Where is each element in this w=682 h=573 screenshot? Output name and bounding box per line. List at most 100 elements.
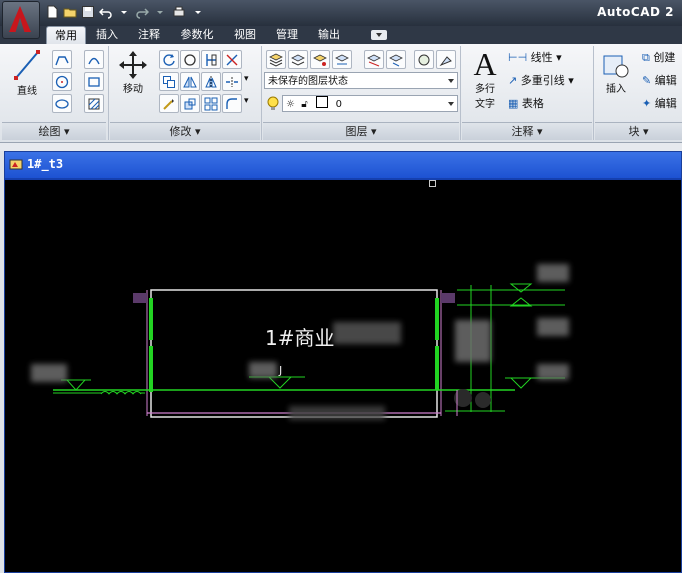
tab-insert[interactable]: 插入	[90, 26, 124, 44]
corner-block	[441, 293, 455, 303]
layer-isolate-button[interactable]	[310, 50, 330, 69]
break-button[interactable]	[222, 72, 242, 91]
annotation-panel-title[interactable]: 注释 ▾	[462, 122, 592, 140]
scale-button[interactable]	[180, 94, 200, 113]
polyline-icon	[55, 55, 69, 65]
mirror-alt-button[interactable]	[201, 72, 221, 91]
layer-stack-icon	[291, 54, 305, 66]
open-file-icon[interactable]	[62, 4, 78, 20]
lightbulb-icon[interactable]	[266, 96, 280, 112]
draw-panel-title[interactable]: 绘图 ▾	[2, 122, 106, 140]
layer-freeze-button[interactable]	[386, 50, 406, 69]
rectangle-icon	[88, 76, 100, 87]
layer-unisolate-button[interactable]	[332, 50, 352, 69]
tab-view[interactable]: 视图	[228, 26, 262, 44]
fillet-button[interactable]	[222, 94, 242, 113]
multileader-icon: ↗	[508, 74, 518, 87]
ribbon-tab-bar: 常用 插入 注释 参数化 视图 管理 输出	[0, 26, 682, 45]
layer-color-swatch	[316, 96, 329, 108]
circle-button[interactable]	[52, 72, 72, 91]
block-panel-title[interactable]: 块 ▾	[595, 122, 682, 140]
lock-icon: 🔓︎	[301, 99, 308, 110]
trim-button[interactable]	[201, 50, 221, 69]
edit-block-button[interactable]: ✎ 编辑	[642, 73, 677, 89]
edit-attributes-button[interactable]: ✦ 编辑	[642, 96, 677, 112]
layer-lock-button[interactable]	[414, 50, 434, 69]
redacted-label	[455, 320, 491, 362]
minimize-ribbon-icon	[376, 33, 382, 37]
layer-match-button[interactable]	[436, 50, 456, 69]
ellipse-button[interactable]	[52, 94, 72, 113]
polyline-button[interactable]	[52, 50, 72, 69]
copy-button[interactable]	[159, 72, 179, 91]
undo-icon[interactable]	[98, 4, 114, 20]
layer-properties-button[interactable]	[266, 50, 286, 69]
tab-annotate[interactable]: 注释	[132, 26, 166, 44]
arc-button[interactable]	[84, 50, 104, 69]
current-layer-dropdown[interactable]: ☼ 🔓︎ 0	[282, 95, 458, 112]
multileader-button[interactable]: ↗ 多重引线 ▾	[508, 73, 574, 89]
workspace-background	[0, 143, 682, 151]
redo-icon[interactable]	[134, 4, 150, 20]
mirror-button[interactable]	[180, 72, 200, 91]
table-button[interactable]: ▦ 表格	[508, 96, 544, 112]
redo-dropdown-icon[interactable]	[152, 4, 168, 20]
application-menu-button[interactable]	[2, 1, 40, 39]
move-label: 移动	[123, 84, 143, 95]
model-space-canvas[interactable]: 1#商业 J	[5, 180, 681, 572]
table-icon: ▦	[508, 97, 519, 110]
tab-output[interactable]: 输出	[312, 26, 346, 44]
rectangle-button[interactable]	[84, 72, 104, 91]
move-button[interactable]: 移动	[114, 50, 152, 95]
layer-state-dropdown[interactable]: 未保存的图层状态	[264, 72, 458, 89]
redacted-label	[289, 406, 385, 420]
array-button[interactable]	[201, 94, 221, 113]
grid-label-j: J	[279, 364, 283, 377]
drawing-title-bar[interactable]: 1#_t3	[5, 152, 681, 180]
create-block-button[interactable]: ⧉ 创建	[642, 50, 675, 66]
redacted-label	[333, 322, 401, 344]
chevron-down-icon	[448, 79, 454, 83]
layer-state-button[interactable]	[288, 50, 308, 69]
cad-drawing	[53, 283, 565, 418]
panel-divider	[108, 46, 109, 140]
insert-block-button[interactable]: 插入	[598, 50, 634, 95]
layer-off-button[interactable]	[364, 50, 384, 69]
hatch-button[interactable]	[84, 94, 104, 113]
layer-state-value: 未保存的图层状态	[268, 76, 348, 87]
ribbon-minimize-button[interactable]	[371, 30, 387, 40]
qat-customize-icon[interactable]	[190, 4, 206, 20]
undo-dropdown-icon[interactable]	[116, 4, 132, 20]
rotate-copy-button[interactable]	[180, 50, 200, 69]
plot-icon[interactable]	[170, 4, 188, 20]
fillet-dropdown[interactable]: ▾	[244, 96, 249, 106]
corner-block	[133, 293, 147, 303]
trim-icon	[206, 53, 217, 66]
tab-manage[interactable]: 管理	[270, 26, 304, 44]
line-button[interactable]: 直线	[10, 48, 44, 97]
layer-isolate-icon	[313, 54, 327, 66]
layers-panel-title[interactable]: 图层 ▾	[263, 122, 459, 140]
quick-access-toolbar	[44, 4, 206, 22]
panel-divider	[261, 46, 262, 140]
tab-home[interactable]: 常用	[46, 26, 86, 45]
tab-parametric[interactable]: 参数化	[174, 26, 220, 44]
rotate-button[interactable]	[159, 50, 179, 69]
save-icon[interactable]	[80, 4, 96, 20]
mtext-button[interactable]: A 多行 文字	[468, 48, 502, 110]
break-icon	[226, 76, 238, 87]
sun-icon: ☼	[286, 99, 295, 110]
line-icon	[14, 50, 40, 80]
modify-panel-title[interactable]: 修改 ▾	[110, 122, 260, 140]
erase-button[interactable]	[222, 50, 242, 69]
mtext-label-2: 文字	[475, 99, 495, 110]
modify-more-dropdown[interactable]: ▾	[244, 74, 249, 84]
linear-dimension-icon: ⊢⊣	[508, 51, 528, 64]
stretch-button[interactable]	[159, 94, 179, 113]
column-marker	[475, 392, 491, 408]
layer-match-icon	[439, 55, 452, 66]
move-icon	[119, 51, 147, 79]
panel-divider	[593, 46, 594, 140]
new-file-icon[interactable]	[44, 4, 60, 20]
linear-dimension-button[interactable]: ⊢⊣ 线性 ▾	[508, 50, 562, 66]
